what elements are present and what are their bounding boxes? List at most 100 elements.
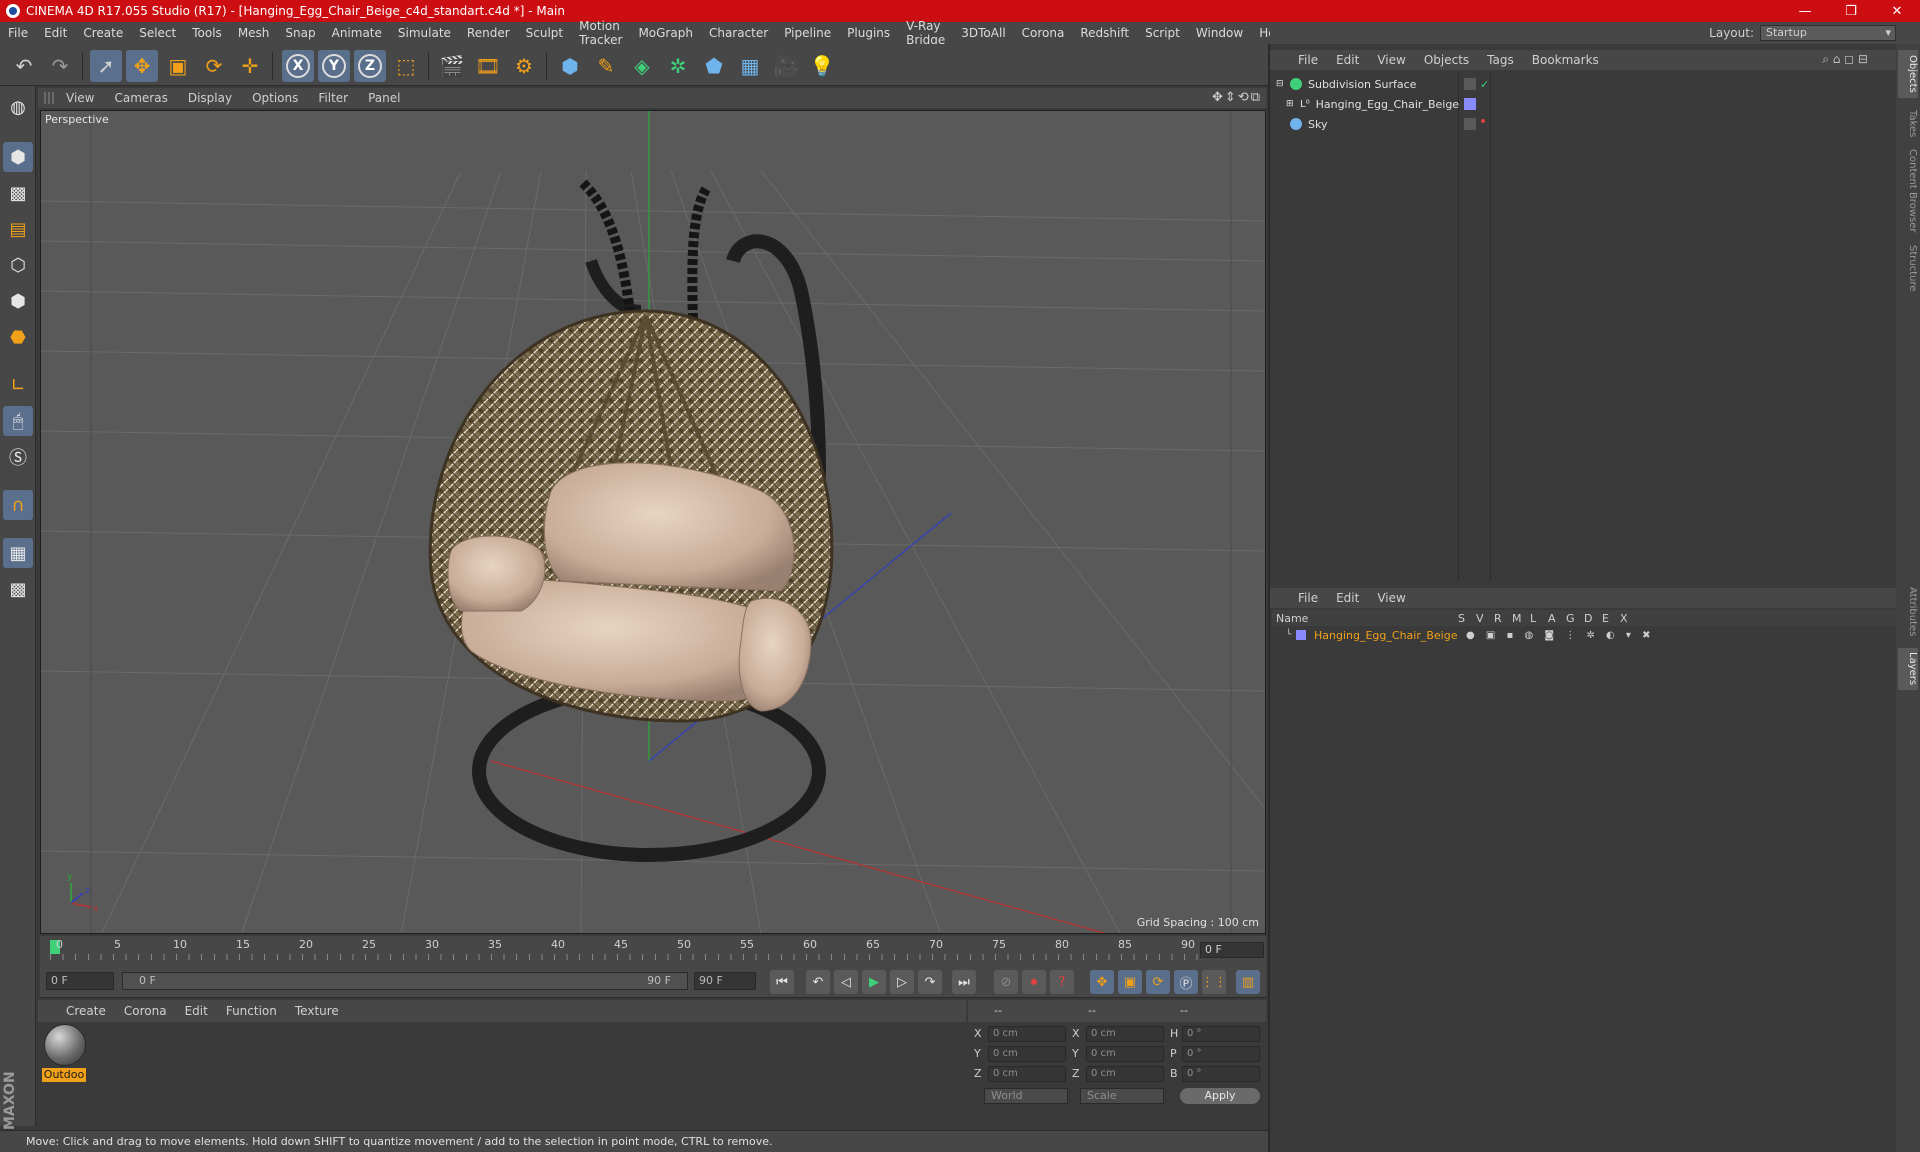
solo-mode-icon[interactable]: Ⓢ [3, 442, 33, 472]
position-z-field[interactable]: 0 cm [988, 1066, 1066, 1082]
tweak-mode-icon[interactable]: 🖱 [3, 406, 33, 436]
rotation-h-field[interactable]: 0 ° [1182, 1026, 1260, 1042]
tab-layers[interactable]: Layers [1898, 648, 1918, 690]
layer-name[interactable]: Hanging_Egg_Chair_Beige [1314, 629, 1466, 642]
menu-edit[interactable]: Edit [44, 26, 67, 40]
y-axis-lock-icon[interactable]: Y [318, 50, 350, 82]
menu-character[interactable]: Character [709, 26, 768, 40]
rotation-p-field[interactable]: 0 ° [1182, 1046, 1260, 1062]
material-menu-texture[interactable]: Texture [295, 1004, 339, 1018]
close-button[interactable]: ✕ [1874, 4, 1920, 19]
floor-scene-icon[interactable]: ▦ [734, 50, 766, 82]
tab-attributes[interactable]: Attributes [1898, 584, 1918, 640]
edges-mode-icon[interactable]: ⬢ [3, 286, 33, 316]
position-y-field[interactable]: 0 cm [988, 1046, 1066, 1062]
light-icon[interactable]: 💡 [806, 50, 838, 82]
workplane-lock-icon[interactable]: ▦ [3, 538, 33, 568]
key-scale-icon[interactable]: ▣ [1118, 970, 1142, 994]
key-position-icon[interactable]: ✥ [1090, 970, 1114, 994]
move-icon[interactable]: ✥ [126, 50, 158, 82]
scale-icon[interactable]: ▣ [162, 50, 194, 82]
previous-frame-icon[interactable]: ◁ [834, 970, 858, 994]
object-row-sky[interactable]: Sky [1272, 114, 1896, 134]
rotation-b-field[interactable]: 0 ° [1182, 1066, 1260, 1082]
coordinate-mode-select[interactable]: World [984, 1088, 1068, 1104]
size-x-field[interactable]: 0 cm [1086, 1026, 1164, 1042]
axis-mode-icon[interactable]: ∟ [3, 370, 33, 400]
object-manager-tool-icons[interactable]: ⌕ ⌂ ◻ ⊟ [1822, 52, 1868, 67]
menu-create[interactable]: Create [83, 26, 123, 40]
object-name[interactable]: Sky [1308, 118, 1327, 131]
material-menu-function[interactable]: Function [226, 1004, 277, 1018]
menu-sculpt[interactable]: Sculpt [526, 26, 563, 40]
tab-content-browser[interactable]: Content Browser [1898, 148, 1918, 234]
menu-corona[interactable]: Corona [1022, 26, 1065, 40]
menu-mograph[interactable]: MoGraph [638, 26, 693, 40]
record-active-objects-icon[interactable]: ⏺ [1022, 970, 1046, 994]
size-y-field[interactable]: 0 cm [1086, 1046, 1164, 1062]
key-parameter-icon[interactable]: Ⓟ [1174, 970, 1198, 994]
viewport-menu-display[interactable]: Display [188, 91, 232, 105]
texture-mode-icon[interactable]: ▩ [3, 178, 33, 208]
make-editable-icon[interactable]: ◍ [3, 92, 33, 122]
transform-icon[interactable]: ✛ [234, 50, 266, 82]
layer-color-icon[interactable] [1296, 630, 1306, 640]
go-to-end-icon[interactable]: ⏭ [952, 970, 976, 994]
enabled-check-icon[interactable]: ✓ [1480, 78, 1489, 91]
tab-takes[interactable]: Takes [1898, 104, 1918, 144]
end-frame-field[interactable]: 90 F [694, 972, 756, 990]
subdivision-surface-icon[interactable]: ◈ [626, 50, 658, 82]
render-view-icon[interactable]: 🎬 [436, 50, 468, 82]
viewport-menu-panel[interactable]: Panel [368, 91, 400, 105]
objects-menu-view[interactable]: View [1377, 53, 1405, 67]
menu-3dtoall[interactable]: 3DToAll [961, 26, 1005, 40]
deformer-icon[interactable]: ⬟ [698, 50, 730, 82]
pen-spline-icon[interactable]: ✎ [590, 50, 622, 82]
collapse-toggle-icon[interactable]: ⊟ [1276, 79, 1290, 89]
planar-workplane-icon[interactable]: ▩ [3, 574, 33, 604]
next-frame-icon[interactable]: ▷ [890, 970, 914, 994]
objects-menu-tags[interactable]: Tags [1487, 53, 1514, 67]
minimize-button[interactable]: — [1782, 4, 1828, 19]
timeline-window-icon[interactable]: ▥ [1236, 970, 1260, 994]
layer-row[interactable]: └ Hanging_Egg_Chair_Beige ● ▣ ▪ ◍ ◙ ⋮ ✲ … [1272, 626, 1896, 644]
objects-menu-edit[interactable]: Edit [1336, 53, 1359, 67]
layer-flag-icons[interactable]: ● ▣ ▪ ◍ ◙ ⋮ ✲ ◐ ▾ ✖ [1466, 630, 1655, 641]
menu-window[interactable]: Window [1196, 26, 1243, 40]
render-dot-icon[interactable] [1481, 119, 1485, 123]
cube-primitive-icon[interactable]: ⬢ [554, 50, 586, 82]
tab-structure[interactable]: Structure [1898, 240, 1918, 296]
display-toggle-icon[interactable] [1464, 118, 1476, 130]
menu-motion-tracker[interactable]: Motion Tracker [579, 19, 622, 47]
object-row-subdivision-surface[interactable]: ⊟ Subdivision Surface ✓ [1272, 74, 1896, 94]
camera-icon[interactable]: 🎥 [770, 50, 802, 82]
redo-icon[interactable]: ↷ [44, 50, 76, 82]
menu-vray-bridge[interactable]: V-Ray Bridge [906, 19, 945, 47]
display-toggle-icon[interactable] [1464, 78, 1476, 90]
position-x-field[interactable]: 0 cm [988, 1026, 1066, 1042]
undo-icon[interactable]: ↶ [8, 50, 40, 82]
object-row-hanging-egg-chair[interactable]: ⊞ L⁰ Hanging_Egg_Chair_Beige [1272, 94, 1896, 114]
layers-menu-file[interactable]: File [1298, 591, 1318, 605]
key-rotation-icon[interactable]: ⟳ [1146, 970, 1170, 994]
frame-range-slider[interactable]: 0 F 90 F [122, 972, 688, 990]
layers-menu-edit[interactable]: Edit [1336, 591, 1359, 605]
next-key-icon[interactable]: ↷ [918, 970, 942, 994]
x-axis-lock-icon[interactable]: X [282, 50, 314, 82]
transform-mode-select[interactable]: Scale [1080, 1088, 1164, 1104]
menu-animate[interactable]: Animate [332, 26, 382, 40]
objects-menu-bookmarks[interactable]: Bookmarks [1532, 53, 1599, 67]
layer-color-icon[interactable] [1464, 98, 1476, 110]
menu-simulate[interactable]: Simulate [398, 26, 451, 40]
motion-record-icon[interactable]: ⊘ [994, 970, 1018, 994]
menu-select[interactable]: Select [139, 26, 176, 40]
menu-pipeline[interactable]: Pipeline [784, 26, 831, 40]
apply-button[interactable]: Apply [1180, 1088, 1260, 1104]
menu-file[interactable]: File [8, 26, 28, 40]
key-pla-icon[interactable]: ⋮⋮ [1201, 970, 1227, 994]
menu-plugins[interactable]: Plugins [847, 26, 890, 40]
polygons-mode-icon[interactable]: ⬣ [3, 322, 33, 352]
menu-redshift[interactable]: Redshift [1080, 26, 1129, 40]
current-frame-field[interactable]: 0 F [1200, 942, 1264, 958]
objects-menu-objects[interactable]: Objects [1424, 53, 1469, 67]
